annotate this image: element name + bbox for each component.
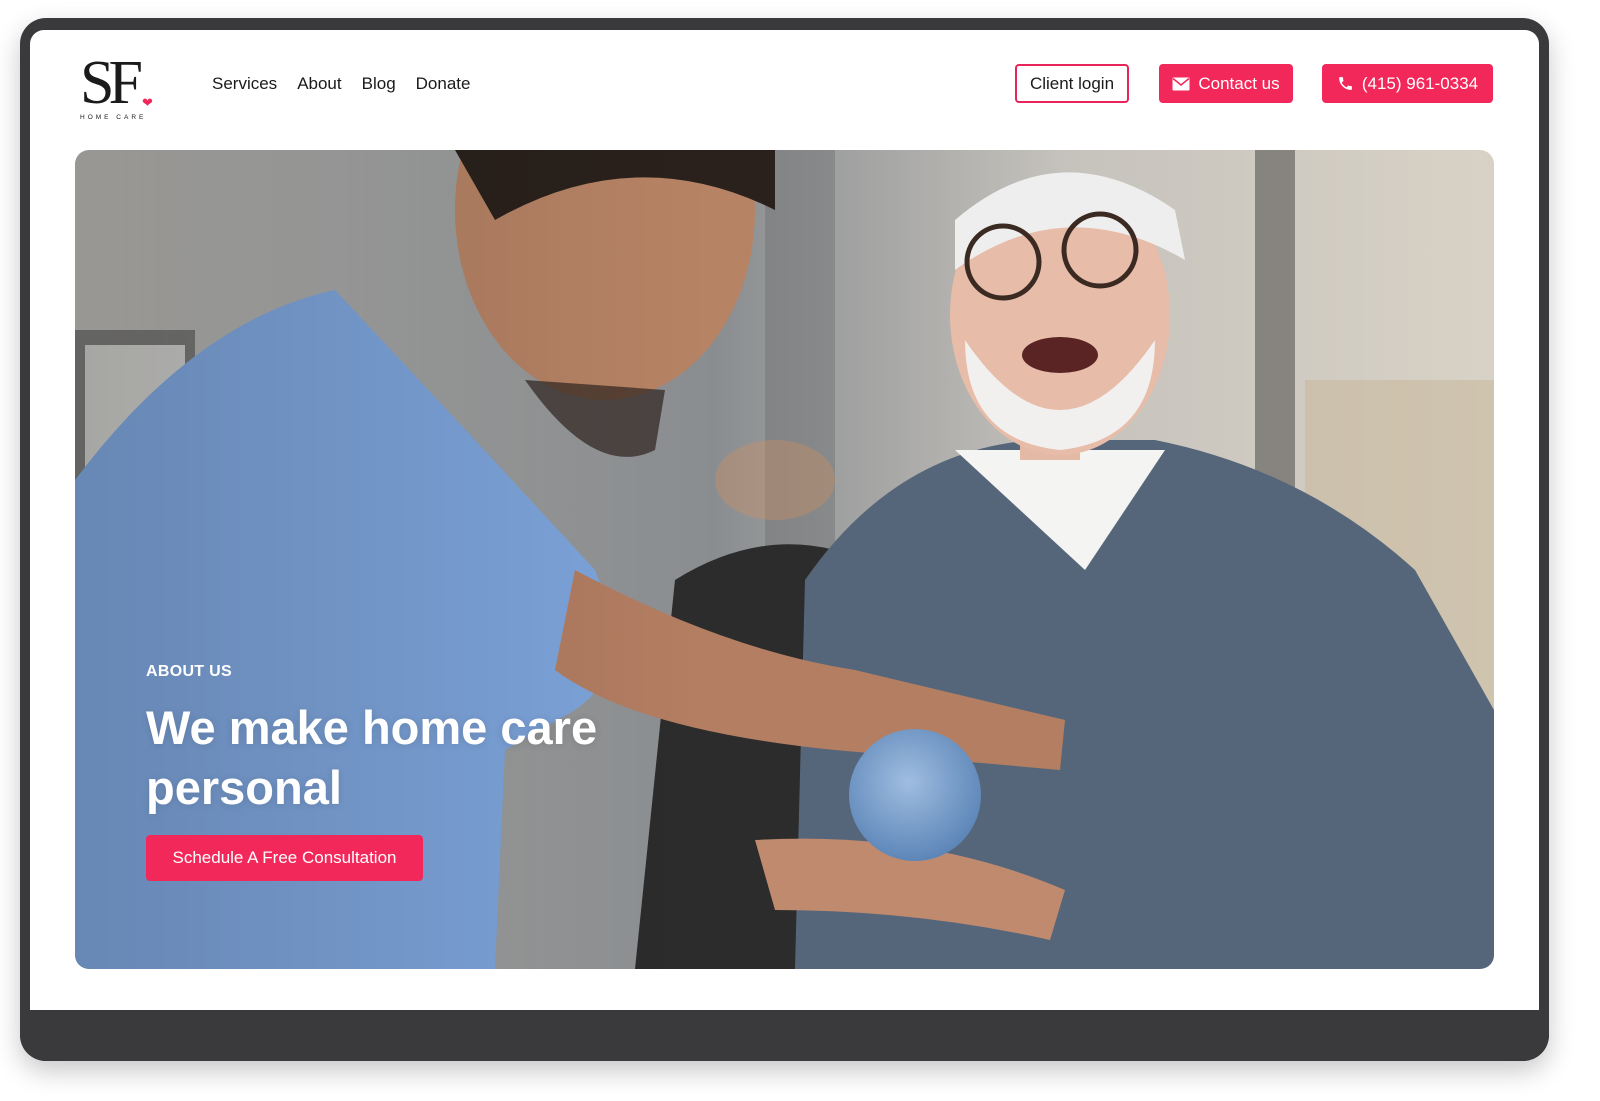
logo-mark: SF [80, 49, 143, 117]
envelope-icon [1172, 77, 1190, 90]
main-nav: Services About Blog Donate [212, 72, 470, 96]
device-bezel-bottom [20, 1010, 1549, 1061]
contact-us-label: Contact us [1198, 73, 1280, 93]
schedule-consultation-button[interactable]: Schedule A Free Consultation [146, 835, 423, 881]
phone-button[interactable]: (415) 961-0334 [1322, 64, 1493, 103]
phone-icon [1338, 77, 1352, 90]
contact-us-button[interactable]: Contact us [1159, 64, 1293, 103]
nav-item-donate[interactable]: Donate [416, 72, 471, 96]
nav-item-services[interactable]: Services [212, 72, 277, 96]
hero-title: We make home care personal [146, 701, 598, 814]
heart-icon: ❤ [142, 95, 153, 110]
nav-item-about[interactable]: About [297, 72, 341, 96]
hero-eyebrow: ABOUT US [146, 663, 232, 680]
phone-number-label: (415) 961-0334 [1361, 73, 1479, 93]
hero-section: ABOUT US We make home care personal Sche… [75, 150, 1494, 969]
client-login-button[interactable]: Client login [1015, 64, 1129, 103]
browser-viewport: SF ❤ HOME CARE Services About Blog Donat… [30, 30, 1539, 1010]
site-logo[interactable]: SF ❤ HOME CARE [80, 52, 160, 124]
logo-subtitle: HOME CARE [80, 114, 147, 121]
nav-item-blog[interactable]: Blog [362, 72, 396, 96]
